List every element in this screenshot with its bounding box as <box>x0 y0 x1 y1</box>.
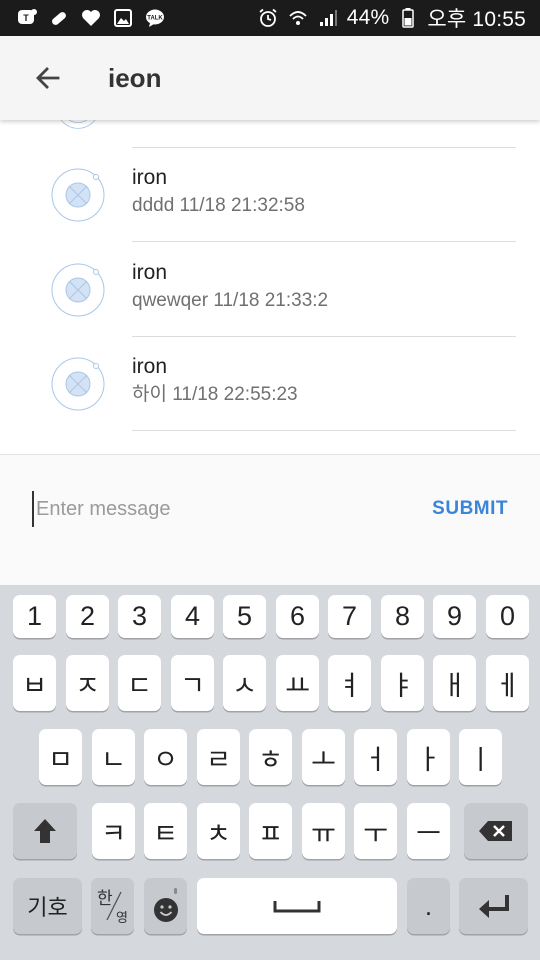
key-a[interactable]: ㅏ <box>407 729 450 785</box>
avatar-placeholder-icon <box>51 263 105 317</box>
key-tieut[interactable]: ㅌ <box>144 803 187 859</box>
avatar-placeholder-icon <box>60 120 96 129</box>
key-5[interactable]: 5 <box>223 595 266 638</box>
key-bieup[interactable]: ㅂ <box>13 655 56 711</box>
key-0[interactable]: 0 <box>486 595 529 638</box>
app-bar: ieon <box>0 36 540 120</box>
message-author: iron <box>132 355 168 378</box>
talk-icon: T <box>16 7 38 29</box>
space-icon <box>273 901 321 913</box>
page-title: ieon <box>108 62 162 93</box>
key-u[interactable]: ㅜ <box>354 803 397 859</box>
arrow-left-icon <box>36 67 60 89</box>
message-author: iron <box>132 261 168 284</box>
key-eu[interactable]: ㅡ <box>407 803 450 859</box>
key-2[interactable]: 2 <box>66 595 109 638</box>
enter-icon <box>478 895 509 918</box>
emoji-key[interactable] <box>144 878 187 934</box>
list-item[interactable]: iron 하이 11/18 22:55:23 <box>0 337 540 431</box>
heart-icon <box>80 7 102 29</box>
soft-keyboard: 1 2 3 4 5 6 7 8 9 0 ㅂ ㅈ ㄷ ㄱ ㅅ ㅛ ㅕ ㅑ ㅐ ㅔ … <box>0 585 540 960</box>
list-item[interactable]: iron dddd 11/18 21:32:58 <box>0 148 540 242</box>
avatar-placeholder-icon <box>51 168 105 222</box>
shift-icon <box>34 819 56 843</box>
key-jieut[interactable]: ㅈ <box>66 655 109 711</box>
language-key[interactable]: 한 영 <box>91 878 134 934</box>
divider <box>132 430 516 431</box>
key-yu[interactable]: ㅠ <box>302 803 345 859</box>
key-ae[interactable]: ㅐ <box>433 655 476 711</box>
key-mieum[interactable]: ㅁ <box>39 729 82 785</box>
message-list[interactable]: iron dddd 11/18 21:32:58 iron qwewqer 11… <box>0 120 540 454</box>
kakaotalk-icon: TALK <box>144 7 166 29</box>
enter-key[interactable] <box>459 878 528 934</box>
battery-icon <box>397 7 419 29</box>
svg-text:TALK: TALK <box>147 16 163 22</box>
backspace-key[interactable] <box>464 803 528 859</box>
key-yeo[interactable]: ㅕ <box>328 655 371 711</box>
symbols-key[interactable]: 기호 <box>13 878 82 934</box>
list-item[interactable]: iron qwewqer 11/18 21:33:2 <box>0 242 540 336</box>
chat-screen: T TALK 44% 오후 10:55 ieon iron dddd 11/18… <box>0 0 540 960</box>
message-author: iron <box>132 166 168 189</box>
key-9[interactable]: 9 <box>433 595 476 638</box>
alarm-icon <box>257 7 279 29</box>
pill-icon <box>48 7 70 29</box>
status-bar-system: 44% 오후 10:55 <box>257 3 526 33</box>
key-o[interactable]: ㅗ <box>302 729 345 785</box>
key-digeut[interactable]: ㄷ <box>118 655 161 711</box>
image-icon <box>112 7 134 29</box>
key-yo[interactable]: ㅛ <box>276 655 319 711</box>
key-e[interactable]: ㅔ <box>486 655 529 711</box>
language-key-secondary: 영 <box>116 910 128 925</box>
wifi-icon <box>287 7 309 29</box>
key-rieul[interactable]: ㄹ <box>197 729 240 785</box>
key-ya[interactable]: ㅑ <box>381 655 424 711</box>
submit-button[interactable]: SUBMIT <box>432 491 508 527</box>
key-pieup[interactable]: ㅍ <box>249 803 292 859</box>
shift-key[interactable] <box>13 803 77 859</box>
key-ieung[interactable]: ㅇ <box>144 729 187 785</box>
battery-percent: 44% <box>346 6 390 29</box>
key-chieut[interactable]: ㅊ <box>197 803 240 859</box>
emoji-icon <box>153 888 178 922</box>
key-3[interactable]: 3 <box>118 595 161 638</box>
key-giyeok[interactable]: ㄱ <box>171 655 214 711</box>
message-body: 하이 11/18 22:55:23 <box>132 384 298 405</box>
key-1[interactable]: 1 <box>13 595 56 638</box>
back-button[interactable] <box>24 54 72 102</box>
message-composer: SUBMIT <box>0 454 540 585</box>
key-4[interactable]: 4 <box>171 595 214 638</box>
message-body: qwewqer 11/18 21:33:2 <box>132 290 329 311</box>
period-key[interactable]: . <box>407 878 450 934</box>
key-7[interactable]: 7 <box>328 595 371 638</box>
key-6[interactable]: 6 <box>276 595 319 638</box>
backspace-icon <box>479 821 512 841</box>
status-bar: T TALK 44% 오후 10:55 <box>0 0 540 36</box>
space-key[interactable] <box>197 878 397 934</box>
key-hieut[interactable]: ㅎ <box>249 729 292 785</box>
key-eo[interactable]: ㅓ <box>354 729 397 785</box>
key-8[interactable]: 8 <box>381 595 424 638</box>
message-input[interactable] <box>32 491 392 527</box>
key-i[interactable]: ㅣ <box>459 729 502 785</box>
key-siot[interactable]: ㅅ <box>223 655 266 711</box>
avatar-placeholder-icon <box>51 357 105 411</box>
clock: 오후 10:55 <box>427 8 526 31</box>
key-nieun[interactable]: ㄴ <box>92 729 135 785</box>
signal-icon <box>317 7 339 29</box>
status-bar-notifications: T TALK <box>16 7 166 29</box>
key-kieuk[interactable]: ㅋ <box>92 803 135 859</box>
message-body: dddd 11/18 21:32:58 <box>132 195 305 216</box>
svg-text:T: T <box>23 13 29 23</box>
